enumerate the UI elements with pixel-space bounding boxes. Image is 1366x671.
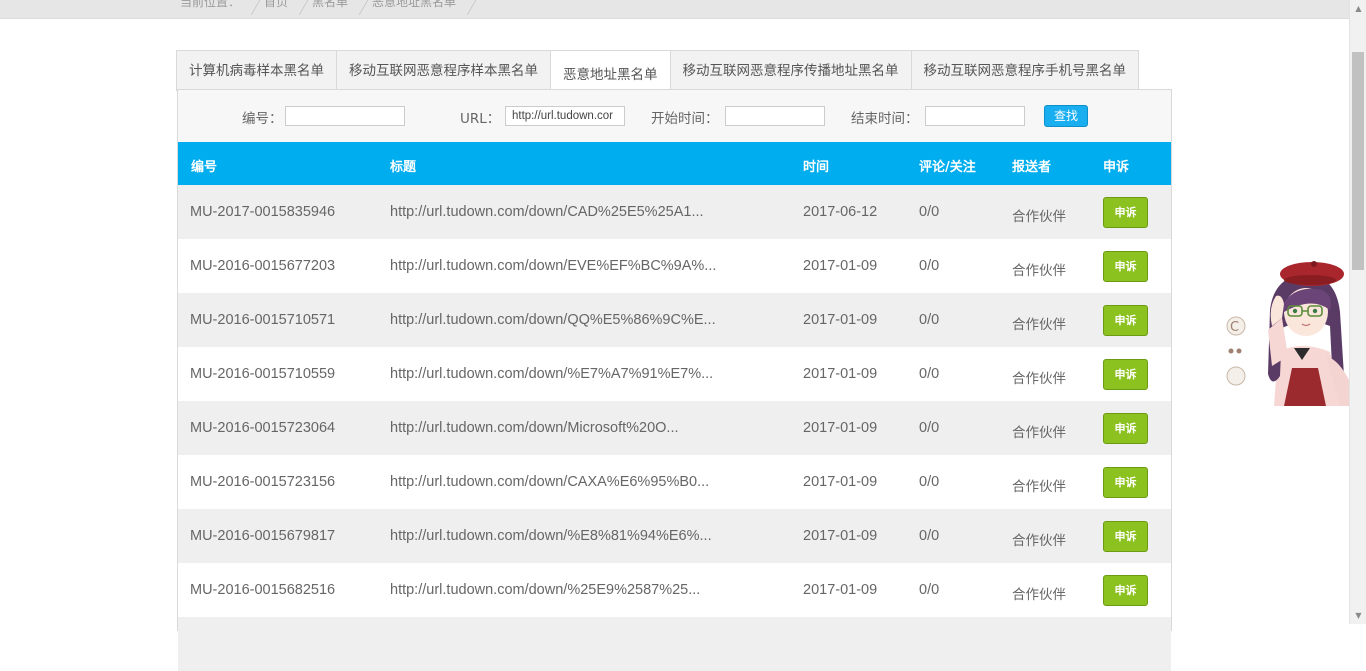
table-row: MU-2016-0015679817 http://url.tudown.com…: [178, 509, 1171, 563]
row-date: 2017-01-09: [803, 474, 878, 490]
row-comments: 0/0: [919, 420, 940, 436]
row-id: MU-2016-0015723064: [190, 420, 336, 436]
breadcrumb-bar: 当前位置： 首页 黑名单 恶意地址黑名单: [0, 0, 1349, 19]
row-title-link[interactable]: http://url.tudown.com/down/%25E9%2587%25…: [390, 582, 700, 598]
row-title-link[interactable]: http://url.tudown.com/down/QQ%E5%86%9C%E…: [390, 312, 716, 328]
table-row: MU-2016-0015710559 http://url.tudown.com…: [178, 347, 1171, 401]
tab-virus-sample[interactable]: 计算机病毒样本黑名单: [176, 50, 336, 91]
row-reporter: 合作伙伴: [1012, 371, 1066, 387]
header-comments: 评论/关注: [919, 160, 976, 175]
tab-mobile-malware-phone[interactable]: 移动互联网恶意程序手机号黑名单: [910, 50, 1139, 91]
id-label: 编号：: [242, 111, 283, 127]
table-body: MU-2017-0015835946 http://url.tudown.com…: [178, 185, 1171, 671]
row-title-link[interactable]: http://url.tudown.com/down/CAXA%E6%95%B0…: [390, 474, 709, 490]
anime-mascot-icon: C: [1226, 261, 1366, 406]
breadcrumb-home[interactable]: 首页: [264, 0, 302, 10]
row-title-link[interactable]: http://url.tudown.com/down/CAD%25E5%25A1…: [390, 204, 704, 220]
mascot-tool-icons[interactable]: C: [1226, 316, 1246, 386]
row-title-link[interactable]: http://url.tudown.com/down/%E7%A7%91%E7%…: [390, 366, 713, 382]
row-comments: 0/0: [919, 366, 940, 382]
scroll-up-arrow-icon[interactable]: ▲: [1350, 0, 1366, 17]
appeal-button[interactable]: 申诉: [1103, 305, 1148, 336]
breadcrumb: 当前位置： 首页 黑名单 恶意地址黑名单: [180, 0, 480, 10]
table-row: MU-2016-0015677203 http://url.tudown.com…: [178, 239, 1171, 293]
blacklist-tabs: 计算机病毒样本黑名单 移动互联网恶意程序样本黑名单 恶意地址黑名单 移动互联网恶…: [176, 50, 1139, 92]
row-id: MU-2016-0015679817: [190, 528, 336, 544]
table-row: MU-2017-0015835946 http://url.tudown.com…: [178, 185, 1171, 239]
row-date: 2017-01-09: [803, 366, 878, 382]
row-reporter: 合作伙伴: [1012, 209, 1066, 225]
mascot-widget[interactable]: C: [1222, 256, 1366, 406]
table-row: MU-2016-0015723064 http://url.tudown.com…: [178, 401, 1171, 455]
breadcrumb-prefix: 当前位置：: [180, 0, 254, 10]
table-row-partial: [178, 617, 1171, 671]
row-reporter: 合作伙伴: [1012, 317, 1066, 333]
end-time-label: 结束时间：: [851, 111, 919, 127]
table-row: MU-2016-0015682516 http://url.tudown.com…: [178, 563, 1171, 617]
row-comments: 0/0: [919, 528, 940, 544]
row-date: 2017-01-09: [803, 582, 878, 598]
header-appeal: 申诉: [1103, 160, 1130, 175]
row-date: 2017-01-09: [803, 312, 878, 328]
row-comments: 0/0: [919, 258, 940, 274]
header-title: 标题: [390, 160, 417, 175]
row-comments: 0/0: [919, 582, 940, 598]
tab-mobile-malware-sample[interactable]: 移动互联网恶意程序样本黑名单: [336, 50, 550, 91]
header-time: 时间: [803, 160, 830, 175]
row-reporter: 合作伙伴: [1012, 533, 1066, 549]
header-id: 编号: [191, 160, 218, 175]
vertical-scrollbar[interactable]: ▲ ▼: [1349, 0, 1366, 624]
row-date: 2017-01-09: [803, 528, 878, 544]
breadcrumb-current: 恶意地址黑名单: [372, 0, 470, 10]
table-row: MU-2016-0015723156 http://url.tudown.com…: [178, 455, 1171, 509]
row-title-link[interactable]: http://url.tudown.com/down/EVE%EF%BC%9A%…: [390, 258, 716, 274]
tab-mobile-malware-spread-address[interactable]: 移动互联网恶意程序传播地址黑名单: [669, 50, 911, 91]
breadcrumb-blacklist[interactable]: 黑名单: [312, 0, 362, 10]
header-reporter: 报送者: [1012, 160, 1052, 175]
table-header: 编号 标题 时间 评论/关注 报送者 申诉: [178, 142, 1171, 185]
row-reporter: 合作伙伴: [1012, 479, 1066, 495]
row-id: MU-2016-0015723156: [190, 474, 336, 490]
url-label: URL：: [460, 111, 501, 127]
row-id: MU-2016-0015682516: [190, 582, 336, 598]
row-date: 2017-06-12: [803, 204, 878, 220]
table-row: MU-2016-0015710571 http://url.tudown.com…: [178, 293, 1171, 347]
row-reporter: 合作伙伴: [1012, 263, 1066, 279]
row-id: MU-2016-0015710559: [190, 366, 336, 382]
appeal-button[interactable]: 申诉: [1103, 251, 1148, 282]
row-comments: 0/0: [919, 204, 940, 220]
row-date: 2017-01-09: [803, 420, 878, 436]
appeal-button[interactable]: 申诉: [1103, 575, 1148, 606]
row-title-link[interactable]: http://url.tudown.com/down/Microsoft%20O…: [390, 420, 679, 436]
row-reporter: 合作伙伴: [1012, 425, 1066, 441]
appeal-button[interactable]: 申诉: [1103, 359, 1148, 390]
url-input[interactable]: http://url.tudown.cor: [505, 106, 625, 126]
search-button[interactable]: 查找: [1044, 105, 1088, 127]
content-panel: 编号： URL： http://url.tudown.cor 开始时间： 结束时…: [177, 89, 1172, 671]
start-time-input[interactable]: [725, 106, 825, 126]
row-reporter: 合作伙伴: [1012, 587, 1066, 603]
scroll-down-arrow-icon[interactable]: ▼: [1350, 607, 1366, 624]
appeal-button[interactable]: 申诉: [1103, 413, 1148, 444]
filter-bar: 编号： URL： http://url.tudown.cor 开始时间： 结束时…: [178, 90, 1171, 143]
svg-text:C: C: [1230, 320, 1239, 335]
row-date: 2017-01-09: [803, 258, 878, 274]
row-title-link[interactable]: http://url.tudown.com/down/%E8%81%94%E6%…: [390, 528, 712, 544]
row-id: MU-2016-0015710571: [190, 312, 336, 328]
tab-malicious-address[interactable]: 恶意地址黑名单: [550, 50, 670, 92]
appeal-button[interactable]: 申诉: [1103, 467, 1148, 498]
row-comments: 0/0: [919, 312, 940, 328]
end-time-input[interactable]: [925, 106, 1025, 126]
row-id: MU-2017-0015835946: [190, 204, 336, 220]
appeal-button[interactable]: 申诉: [1103, 197, 1148, 228]
row-comments: 0/0: [919, 474, 940, 490]
row-id: MU-2016-0015677203: [190, 258, 336, 274]
id-input[interactable]: [285, 106, 405, 126]
start-time-label: 开始时间：: [651, 111, 719, 127]
scroll-thumb[interactable]: [1352, 52, 1364, 270]
appeal-button[interactable]: 申诉: [1103, 521, 1148, 552]
